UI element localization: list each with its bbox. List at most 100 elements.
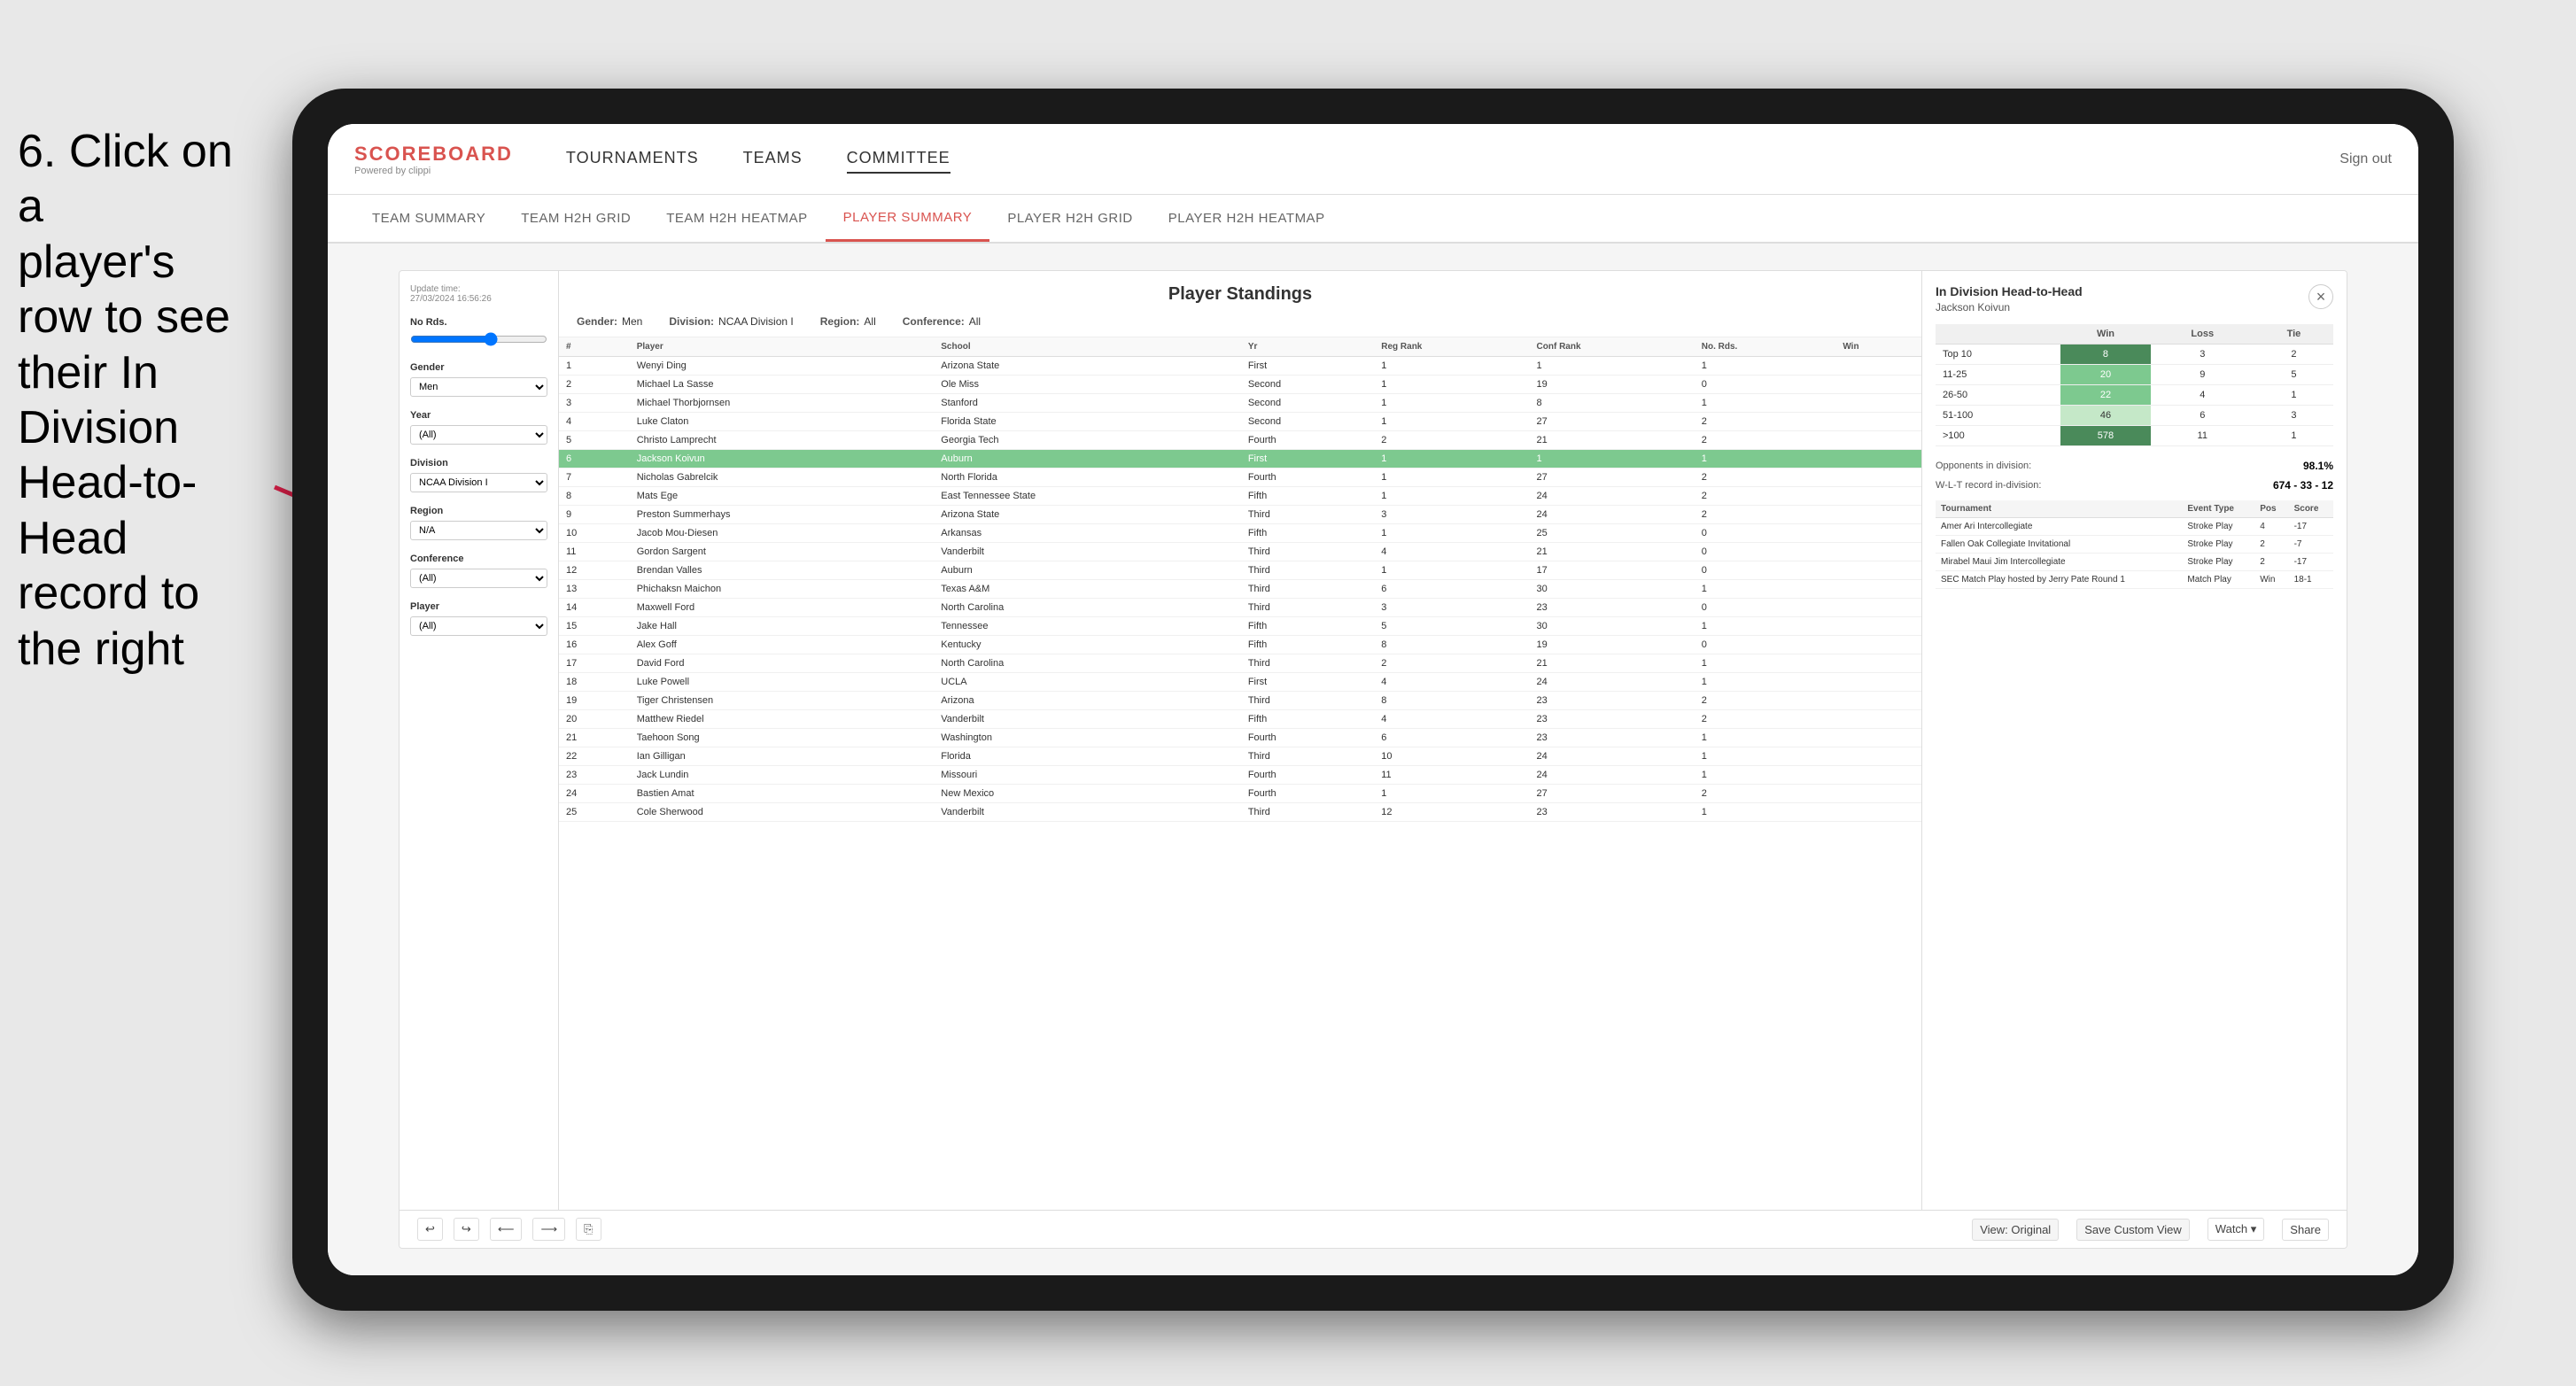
tab-team-h2h-grid[interactable]: TEAM H2H GRID xyxy=(503,195,648,242)
tab-player-summary[interactable]: PLAYER SUMMARY xyxy=(826,195,990,242)
bottom-toolbar: ↩ ↪ ⟵ ⟶ ⎘ View: Original Save Custom Vie… xyxy=(400,1210,2347,1248)
table-row[interactable]: 4 Luke Claton Florida State Second 1 27 … xyxy=(559,413,1921,431)
conference-select[interactable]: (All) xyxy=(410,569,547,588)
standings-table: # Player School Yr Reg Rank Conf Rank No… xyxy=(559,337,1921,822)
wlt-row: W-L-T record in-division: 674 - 33 - 12 xyxy=(1936,479,2333,492)
nav-tournaments[interactable]: TOURNAMENTS xyxy=(566,144,699,174)
table-row[interactable]: 11 Gordon Sargent Vanderbilt Third 4 21 … xyxy=(559,543,1921,561)
instruction-text: 6. Click on a player's row to see their … xyxy=(0,106,275,694)
copy-button[interactable]: ⎘ xyxy=(576,1218,601,1241)
table-row[interactable]: 14 Maxwell Ford North Carolina Third 3 2… xyxy=(559,599,1921,617)
col-win: Win xyxy=(1835,337,1921,357)
h2h-player-name: Jackson Koivun xyxy=(1936,301,2083,314)
division-select[interactable]: NCAA Division I xyxy=(410,473,547,492)
h2h-panel: In Division Head-to-Head Jackson Koivun … xyxy=(1921,271,2347,1210)
table-row[interactable]: 3 Michael Thorbjornsen Stanford Second 1… xyxy=(559,394,1921,413)
table-row[interactable]: 10 Jacob Mou-Diesen Arkansas Fifth 1 25 … xyxy=(559,524,1921,543)
tab-player-h2h-grid[interactable]: PLAYER H2H GRID xyxy=(989,195,1150,242)
table-row[interactable]: 1 Wenyi Ding Arizona State First 1 1 1 xyxy=(559,357,1921,376)
opponents-section: Opponents in division: 98.1% W-L-T recor… xyxy=(1936,460,2333,492)
col-conf-rank: Conf Rank xyxy=(1530,337,1695,357)
filter-division: Division NCAA Division I xyxy=(410,458,547,492)
forward-button[interactable]: ⟶ xyxy=(532,1218,565,1241)
redo-button[interactable]: ↪ xyxy=(454,1218,479,1241)
standings-header: Player Standings Gender: Men Division: N… xyxy=(559,271,1921,337)
tournament-row: Fallen Oak Collegiate Invitational Strok… xyxy=(1936,536,2333,554)
col-reg-rank: Reg Rank xyxy=(1374,337,1529,357)
table-row[interactable]: 23 Jack Lundin Missouri Fourth 11 24 1 xyxy=(559,766,1921,785)
h2h-table: Win Loss Tie Top 10 8 3 2 11-25 20 9 5 2… xyxy=(1936,324,2333,446)
player-select[interactable]: (All) xyxy=(410,616,547,636)
table-row[interactable]: 18 Luke Powell UCLA First 4 24 1 xyxy=(559,673,1921,692)
table-row[interactable]: 12 Brendan Valles Auburn Third 1 17 0 xyxy=(559,561,1921,580)
nav-bar: SCOREBOARD Powered by clippi TOURNAMENTS… xyxy=(328,124,2418,195)
nav-teams[interactable]: TEAMS xyxy=(743,144,803,174)
filter-region-display: Region: All xyxy=(820,315,876,328)
table-row[interactable]: 5 Christo Lamprecht Georgia Tech Fourth … xyxy=(559,431,1921,450)
watch-button[interactable]: Watch ▾ xyxy=(2207,1218,2265,1241)
filter-conference-display: Conference: All xyxy=(903,315,981,328)
h2h-close-button[interactable]: × xyxy=(2308,284,2333,309)
tab-team-h2h-heatmap[interactable]: TEAM H2H HEATMAP xyxy=(648,195,825,242)
table-row[interactable]: 25 Cole Sherwood Vanderbilt Third 12 23 … xyxy=(559,803,1921,822)
back-button[interactable]: ⟵ xyxy=(490,1218,523,1241)
table-row[interactable]: 24 Bastien Amat New Mexico Fourth 1 27 2 xyxy=(559,785,1921,803)
standings-filters: Gender: Men Division: NCAA Division I Re… xyxy=(577,315,1904,328)
h2h-header: In Division Head-to-Head Jackson Koivun … xyxy=(1936,284,2333,314)
table-row[interactable]: 20 Matthew Riedel Vanderbilt Fifth 4 23 … xyxy=(559,710,1921,729)
table-row[interactable]: 17 David Ford North Carolina Third 2 21 … xyxy=(559,654,1921,673)
tab-team-summary[interactable]: TEAM SUMMARY xyxy=(354,195,503,242)
nav-links: TOURNAMENTS TEAMS COMMITTEE xyxy=(566,144,2339,174)
undo-button[interactable]: ↩ xyxy=(417,1218,443,1241)
h2h-row: 26-50 22 4 1 xyxy=(1936,385,2333,406)
col-rds: No. Rds. xyxy=(1695,337,1836,357)
table-row[interactable]: 13 Phichaksn Maichon Texas A&M Third 6 3… xyxy=(559,580,1921,599)
rounds-slider[interactable] xyxy=(410,332,547,346)
standings-area: Player Standings Gender: Men Division: N… xyxy=(559,271,1921,1210)
col-num: # xyxy=(559,337,630,357)
tournament-header-row: Tournament Event Type Pos Score xyxy=(1936,500,2333,518)
table-row[interactable]: 22 Ian Gilligan Florida Third 10 24 1 xyxy=(559,747,1921,766)
save-custom-button[interactable]: Save Custom View xyxy=(2076,1219,2190,1241)
content-area: Update time: 27/03/2024 16:56:26 No Rds.… xyxy=(400,271,2347,1210)
sign-out-button[interactable]: Sign out xyxy=(2339,151,2392,167)
logo-subtitle: Powered by clippi xyxy=(354,166,513,176)
filter-division-display: Division: NCAA Division I xyxy=(669,315,793,328)
h2h-title: In Division Head-to-Head xyxy=(1936,284,2083,298)
filter-player: Player (All) xyxy=(410,601,547,636)
table-row[interactable]: 6 Jackson Koivun Auburn First 1 1 1 xyxy=(559,450,1921,468)
h2h-col-tie: Tie xyxy=(2254,324,2333,345)
h2h-row: Top 10 8 3 2 xyxy=(1936,345,2333,365)
table-row[interactable]: 19 Tiger Christensen Arizona Third 8 23 … xyxy=(559,692,1921,710)
view-original-button[interactable]: View: Original xyxy=(1972,1219,2059,1241)
filter-conference: Conference (All) xyxy=(410,554,547,588)
h2h-col-cat xyxy=(1936,324,2060,345)
table-row[interactable]: 7 Nicholas Gabrelcik North Florida Fourt… xyxy=(559,468,1921,487)
nav-committee[interactable]: COMMITTEE xyxy=(847,144,950,174)
filter-region: Region N/A xyxy=(410,506,547,540)
table-row[interactable]: 21 Taehoon Song Washington Fourth 6 23 1 xyxy=(559,729,1921,747)
gender-select[interactable]: Men xyxy=(410,377,547,397)
table-row[interactable]: 16 Alex Goff Kentucky Fifth 8 19 0 xyxy=(559,636,1921,654)
year-select[interactable]: (All) xyxy=(410,425,547,445)
h2h-row: 51-100 46 6 3 xyxy=(1936,406,2333,426)
share-button[interactable]: Share xyxy=(2282,1219,2329,1241)
region-select[interactable]: N/A xyxy=(410,521,547,540)
filter-gender-display: Gender: Men xyxy=(577,315,642,328)
tablet-screen: SCOREBOARD Powered by clippi TOURNAMENTS… xyxy=(328,124,2418,1275)
filter-year: Year (All) xyxy=(410,410,547,445)
bottom-left: ↩ ↪ ⟵ ⟶ ⎘ xyxy=(417,1218,601,1241)
table-row[interactable]: 8 Mats Ege East Tennessee State Fifth 1 … xyxy=(559,487,1921,506)
table-row[interactable]: 2 Michael La Sasse Ole Miss Second 1 19 … xyxy=(559,376,1921,394)
tournament-row: Amer Ari Intercollegiate Stroke Play 4 -… xyxy=(1936,518,2333,536)
bottom-right: View: Original Save Custom View Watch ▾ … xyxy=(1972,1218,2329,1241)
standings-table-wrap: # Player School Yr Reg Rank Conf Rank No… xyxy=(559,337,1921,1210)
main-content: Update time: 27/03/2024 16:56:26 No Rds.… xyxy=(328,244,2418,1275)
tab-player-h2h-heatmap[interactable]: PLAYER H2H HEATMAP xyxy=(1151,195,1343,242)
dashboard-container: Update time: 27/03/2024 16:56:26 No Rds.… xyxy=(399,270,2347,1249)
wlt-label: W-L-T record in-division: xyxy=(1936,480,2041,491)
table-row[interactable]: 9 Preston Summerhays Arizona State Third… xyxy=(559,506,1921,524)
h2h-col-win: Win xyxy=(2060,324,2150,345)
tour-col-type: Event Type xyxy=(2182,500,2254,518)
table-row[interactable]: 15 Jake Hall Tennessee Fifth 5 30 1 xyxy=(559,617,1921,636)
